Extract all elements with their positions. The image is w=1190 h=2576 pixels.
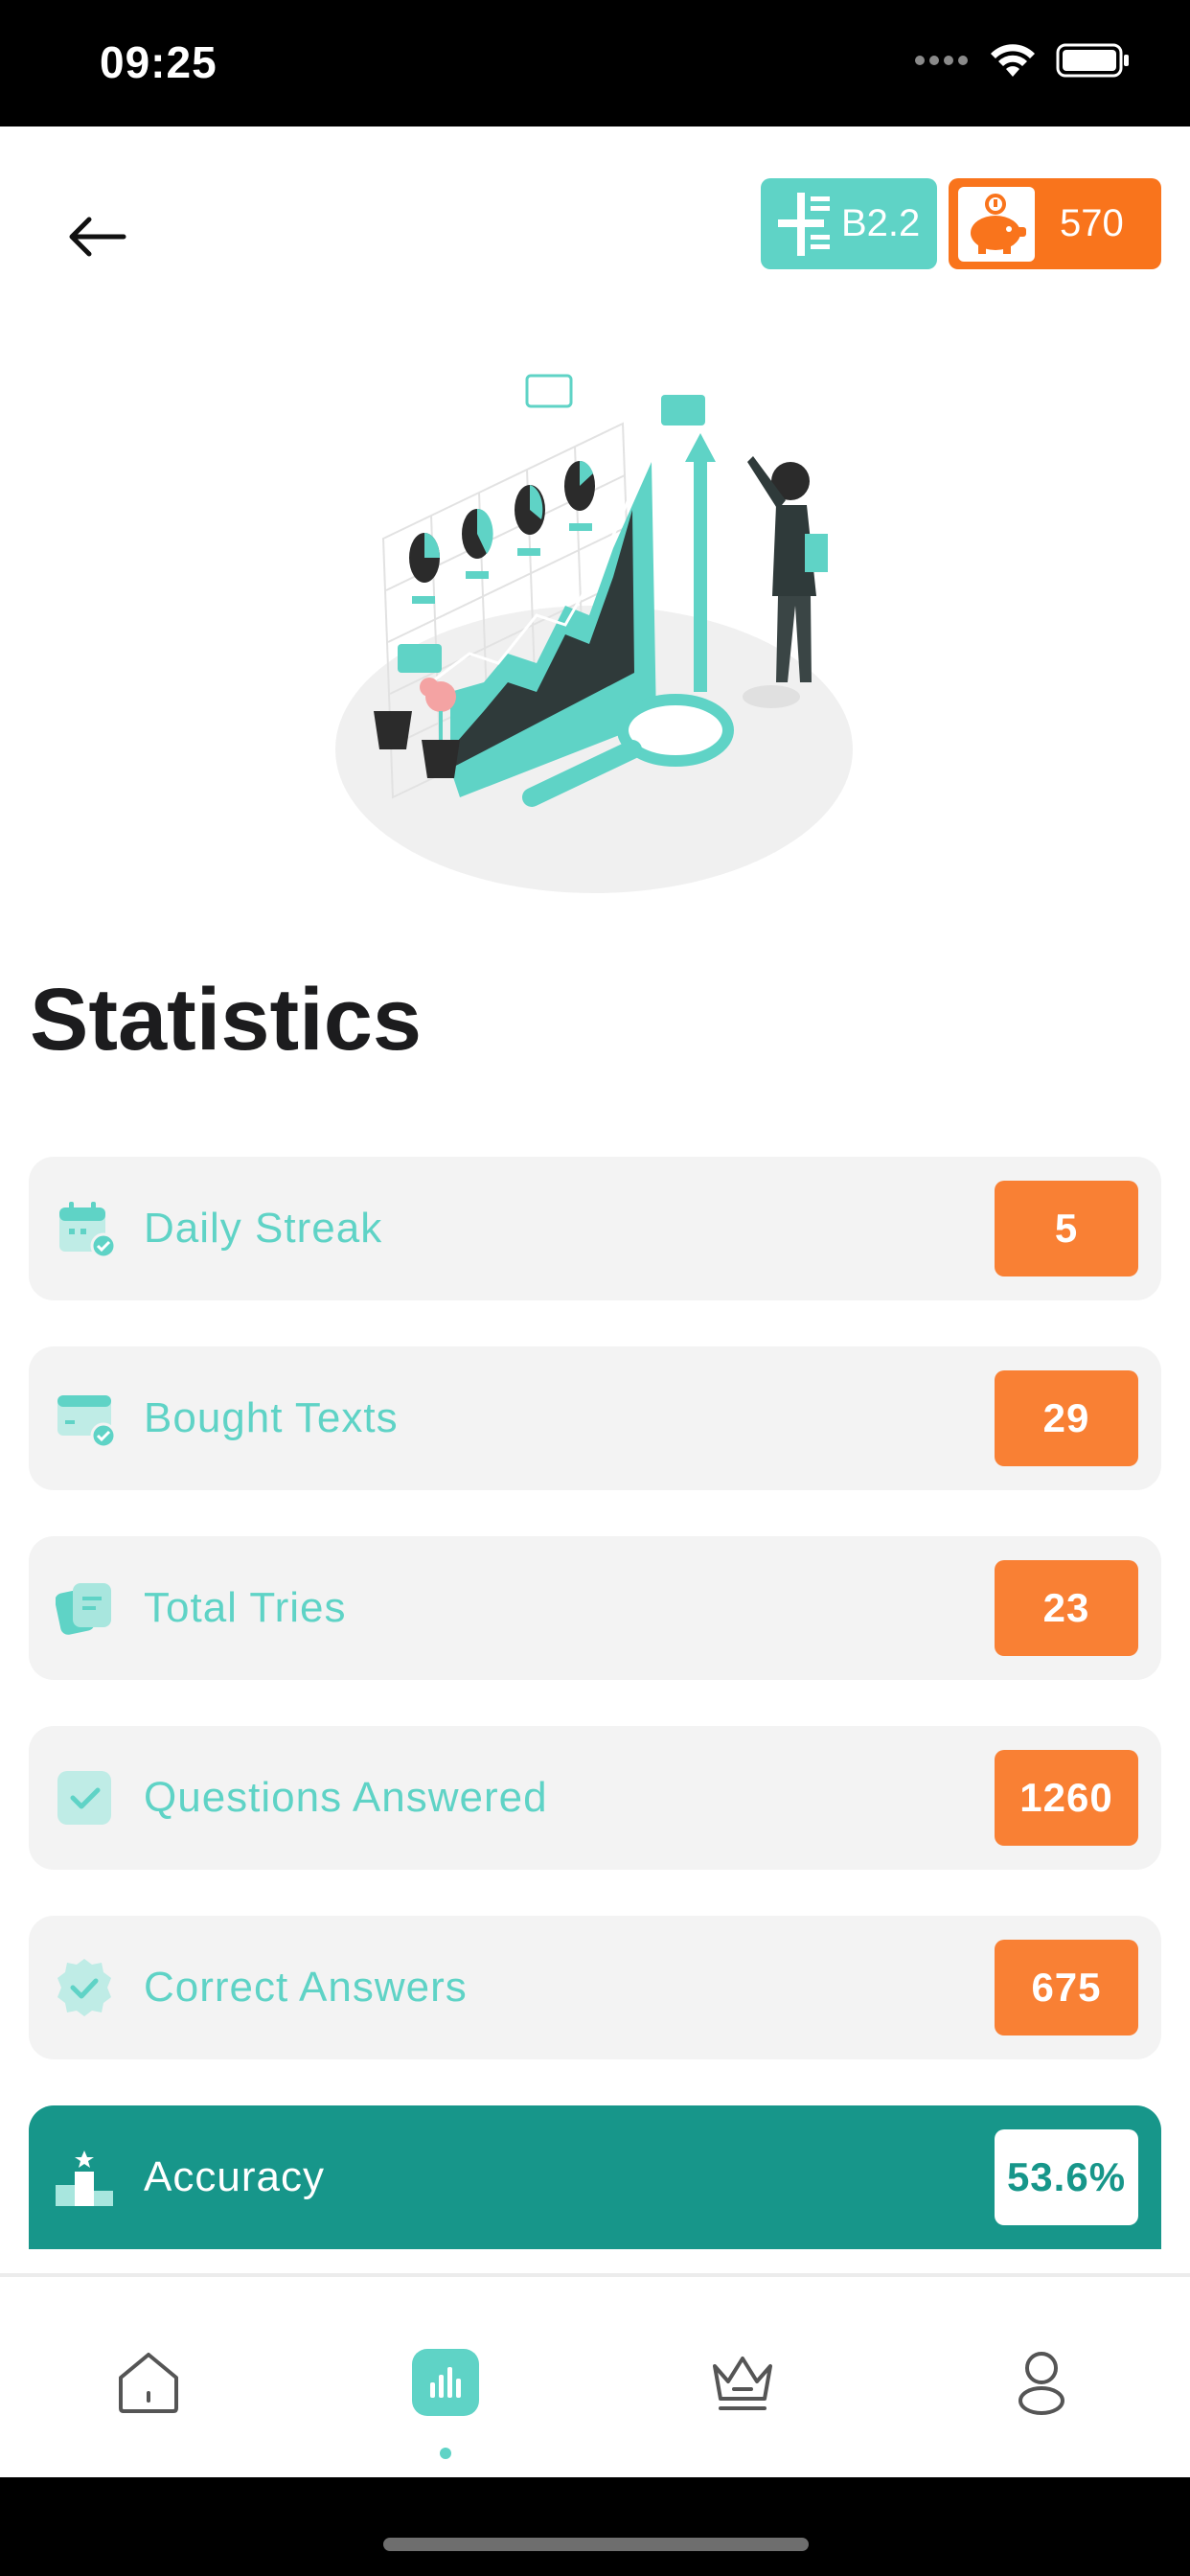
checkbox-icon	[57, 1771, 111, 1825]
profile-icon	[1018, 2352, 1064, 2415]
active-tab-indicator	[440, 2448, 451, 2459]
tab-home[interactable]	[101, 2334, 196, 2430]
home-icon	[119, 2353, 178, 2413]
stat-label: Questions Answered	[144, 1774, 548, 1821]
stat-value: 23	[995, 1560, 1138, 1656]
coins-badge[interactable]: 570	[949, 178, 1161, 269]
level-bars-icon	[778, 192, 830, 256]
wifi-icon	[991, 44, 1035, 77]
tab-statistics-active-bg	[412, 2349, 479, 2416]
piggy-bank-icon	[958, 186, 1035, 262]
stat-label: Total Tries	[144, 1584, 347, 1631]
statistics-illustration	[335, 374, 853, 893]
statistics-screen: B2.2 570 Statistics Daily Streak 5 Bough…	[0, 126, 1190, 2477]
stat-value: 53.6%	[995, 2129, 1138, 2225]
podium-icon	[56, 2150, 113, 2206]
stat-row-daily-streak: Daily Streak 5	[29, 1157, 1161, 1300]
stats-list: Daily Streak 5 Bought Texts 29 Total Tri…	[29, 1157, 1161, 2295]
stat-row-accuracy: Accuracy 53.6%	[29, 2105, 1161, 2249]
coins-count: 570	[1060, 202, 1124, 244]
signal-icon	[915, 56, 968, 65]
stat-row-total-tries: Total Tries 23	[29, 1536, 1161, 1680]
status-icons	[914, 42, 1131, 79]
level-badge[interactable]: B2.2	[761, 178, 937, 269]
bar-chart-icon	[430, 2367, 461, 2398]
level-badge-text: B2.2	[841, 202, 921, 244]
back-arrow-icon	[69, 217, 126, 257]
stat-value: 29	[995, 1370, 1138, 1466]
stat-value: 675	[995, 1940, 1138, 2036]
stat-row-questions-answered: Questions Answered 1260	[29, 1726, 1161, 1870]
stat-row-correct-answers: Correct Answers 675	[29, 1916, 1161, 2059]
back-button[interactable]	[59, 198, 136, 275]
stat-value: 1260	[995, 1750, 1138, 1846]
tab-premium[interactable]	[695, 2334, 790, 2430]
tab-bar	[0, 2273, 1190, 2477]
tab-statistics[interactable]	[398, 2334, 493, 2430]
stat-value: 5	[995, 1181, 1138, 1276]
battery-icon	[1056, 43, 1129, 78]
stat-label: Accuracy	[144, 2153, 325, 2200]
home-indicator[interactable]	[383, 2538, 809, 2551]
home-indicator-area	[0, 2477, 1190, 2576]
status-bar: 09:25	[0, 0, 1190, 126]
calendar-check-icon	[59, 1202, 117, 1259]
stat-label: Daily Streak	[144, 1205, 383, 1252]
status-time: 09:25	[100, 37, 217, 87]
stat-label: Correct Answers	[144, 1964, 468, 2011]
crown-icon	[713, 2357, 772, 2410]
notes-icon	[56, 1583, 111, 1635]
tab-profile[interactable]	[994, 2334, 1089, 2430]
badge-check-icon	[57, 1959, 111, 2016]
page-title: Statistics	[30, 971, 423, 1069]
card-check-icon	[57, 1395, 117, 1449]
stat-row-bought-texts: Bought Texts 29	[29, 1346, 1161, 1490]
stat-label: Bought Texts	[144, 1394, 399, 1441]
